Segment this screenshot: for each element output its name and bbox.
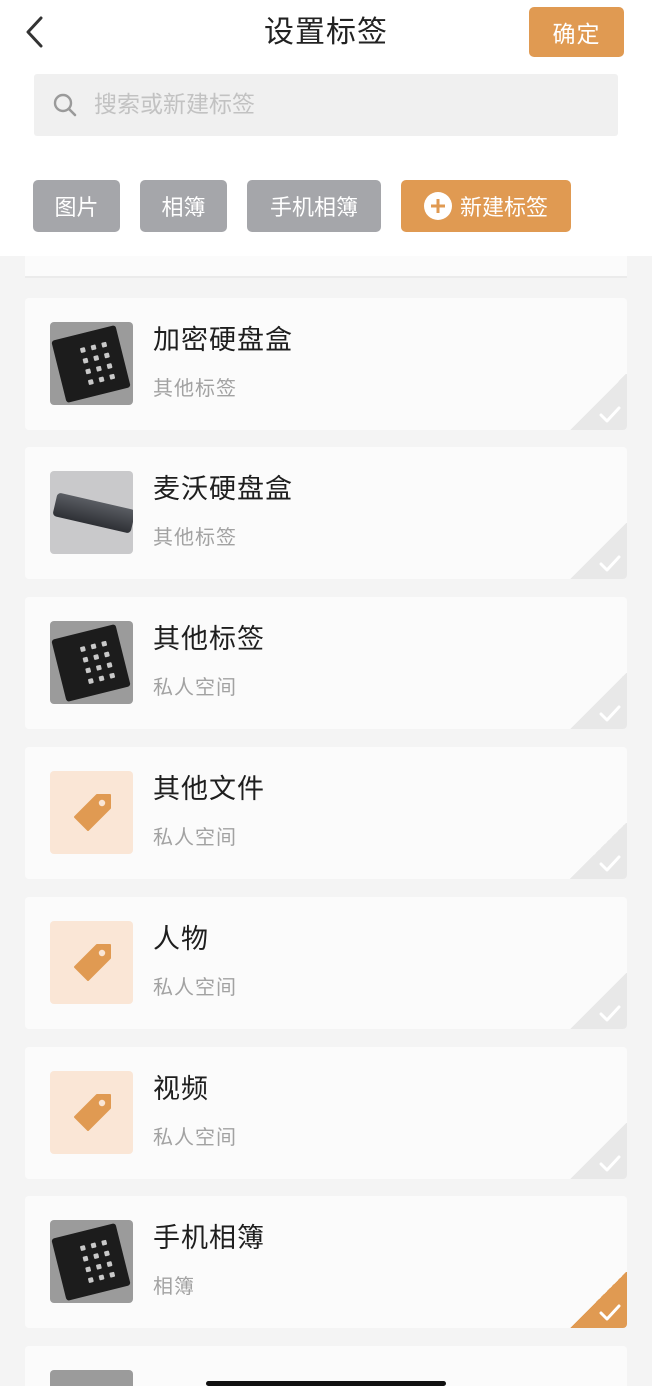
tag-thumbnail xyxy=(50,921,133,1004)
new-tag-button[interactable]: 新建标签 xyxy=(401,180,571,232)
thumbnail-image xyxy=(50,621,133,704)
tag-list-item[interactable]: 视频 私人空间 xyxy=(25,1047,627,1179)
tag-list-item[interactable]: 其他文件 私人空间 xyxy=(25,747,627,879)
tag-name: 其他标签 xyxy=(153,624,265,655)
new-tag-label: 新建标签 xyxy=(459,196,548,221)
tag-category: 其他标签 xyxy=(153,376,237,400)
tag-name: 麦沃硬盘盒 xyxy=(153,474,293,505)
tag-list-item[interactable]: 加密硬盘盒 其他标签 xyxy=(25,298,627,430)
tag-thumbnail xyxy=(50,771,133,854)
thumbnail-image xyxy=(50,1220,133,1303)
tag-thumbnail xyxy=(50,1071,133,1154)
tag-list-item-selected[interactable]: 手机相簿 相簿 xyxy=(25,1196,627,1328)
tag-name: 手机相簿 xyxy=(153,1223,265,1254)
chip-tag-phone-album[interactable]: 手机相簿 xyxy=(247,180,381,232)
tag-list-item[interactable]: 人物 私人空间 xyxy=(25,897,627,1029)
chip-tag-album[interactable]: 相簿 xyxy=(140,180,227,232)
tag-name: 人物 xyxy=(153,924,209,955)
list-item-partial xyxy=(25,1346,627,1386)
tag-list-item[interactable]: 麦沃硬盘盒 其他标签 xyxy=(25,447,627,579)
home-indicator xyxy=(206,1381,446,1386)
checkmark-corner-icon[interactable] xyxy=(569,673,627,729)
tag-list-item[interactable]: 其他标签 私人空间 xyxy=(25,597,627,729)
checkmark-corner-icon[interactable] xyxy=(569,1123,627,1179)
tag-name: 视频 xyxy=(153,1074,209,1105)
thumbnail-image xyxy=(50,322,133,405)
tag-category: 私人空间 xyxy=(153,975,237,999)
top-bar: 设置标签 确定 图片 相簿 手机相簿 新建标签 xyxy=(0,0,652,256)
search-icon xyxy=(53,93,77,117)
list-item-partial xyxy=(25,256,627,278)
chip-tag-picture[interactable]: 图片 xyxy=(33,180,120,232)
thumbnail-image xyxy=(50,471,133,554)
checkmark-corner-icon[interactable] xyxy=(569,1272,627,1328)
tag-name: 加密硬盘盒 xyxy=(153,325,293,356)
tag-category: 私人空间 xyxy=(153,675,237,699)
checkmark-corner-icon[interactable] xyxy=(569,374,627,430)
tag-icon xyxy=(73,943,111,981)
checkmark-corner-icon[interactable] xyxy=(569,523,627,579)
checkmark-corner-icon[interactable] xyxy=(569,973,627,1029)
tag-category: 私人空间 xyxy=(153,825,237,849)
search-input[interactable] xyxy=(94,74,618,136)
tag-name: 其他文件 xyxy=(153,774,265,805)
tag-category: 相簿 xyxy=(153,1274,195,1298)
search-bar[interactable] xyxy=(34,74,618,136)
plus-circle-icon xyxy=(423,192,452,220)
confirm-button[interactable]: 确定 xyxy=(529,7,624,57)
tag-category: 私人空间 xyxy=(153,1125,237,1149)
checkmark-corner-icon[interactable] xyxy=(569,823,627,879)
tag-category: 其他标签 xyxy=(153,525,237,549)
tag-icon xyxy=(73,793,111,831)
tag-icon xyxy=(73,1093,111,1131)
